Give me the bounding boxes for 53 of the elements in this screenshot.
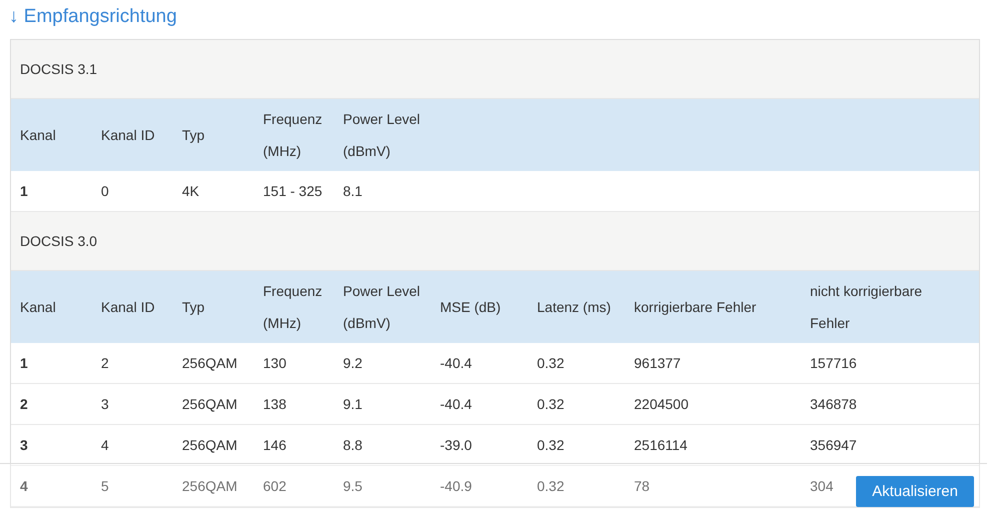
table-cell: 146: [254, 424, 334, 466]
column-header: MSE (dB): [431, 271, 528, 343]
table-cell: -40.4: [431, 384, 528, 424]
table-cell: 0.32: [528, 424, 625, 466]
column-header: Frequenz (MHz): [254, 271, 334, 343]
table-cell: 5: [92, 466, 173, 506]
section-title: DOCSIS 3.1: [20, 61, 98, 77]
table-cell: 9.5: [334, 466, 431, 506]
column-header: nicht korrigierbare Fehler: [801, 271, 979, 343]
table-cell: 961377: [625, 343, 801, 384]
table-cell: 9.1: [334, 384, 431, 424]
table-cell: 3: [92, 384, 173, 424]
table-cell: 0.32: [528, 343, 625, 384]
column-header: Typ: [173, 99, 254, 171]
table-cell: 2: [92, 343, 173, 384]
table-cell: 3: [11, 424, 92, 466]
column-header: Power Level (dBmV): [334, 99, 431, 171]
table-cell: 78: [625, 466, 801, 506]
table-cell: 130: [254, 343, 334, 384]
table-cell: 256QAM: [173, 384, 254, 424]
table-cell: 2516114: [625, 424, 801, 466]
column-header: Typ: [173, 271, 254, 343]
table-cell: 256QAM: [173, 466, 254, 506]
table-cell: 0.32: [528, 384, 625, 424]
refresh-button[interactable]: Aktualisieren: [856, 476, 974, 507]
table-cell: 9.2: [334, 343, 431, 384]
table-cell: -40.4: [431, 343, 528, 384]
column-header: Kanal ID: [92, 99, 173, 171]
table-cell: 346878: [801, 384, 979, 424]
table-cell: 4: [11, 466, 92, 506]
section-heading: ↓ Empfangsrichtung: [8, 5, 178, 29]
section-title: DOCSIS 3.0: [20, 233, 98, 249]
table-cell: 0.32: [528, 466, 625, 506]
column-header: korrigierbare Fehler: [625, 271, 801, 343]
table-cell: 256QAM: [173, 424, 254, 466]
table-cell: -40.9: [431, 466, 528, 506]
column-header: Frequenz (MHz): [254, 99, 334, 171]
table-cell: 256QAM: [173, 343, 254, 384]
table-cell: 356947: [801, 424, 979, 466]
column-header: Power Level (dBmV): [334, 271, 431, 343]
table-cell: 602: [254, 466, 334, 506]
table-cell: 8.8: [334, 424, 431, 466]
column-header: Kanal: [11, 271, 92, 343]
table-cell: -39.0: [431, 424, 528, 466]
column-header: Kanal: [11, 99, 92, 171]
table-cell: 2204500: [625, 384, 801, 424]
table-cell: 157716: [801, 343, 979, 384]
column-header: Kanal ID: [92, 271, 173, 343]
table-cell: 138: [254, 384, 334, 424]
table-cell: 2: [11, 384, 92, 424]
table-cell: 4: [92, 424, 173, 466]
table-cell: 1: [11, 343, 92, 384]
column-header: Latenz (ms): [528, 271, 625, 343]
